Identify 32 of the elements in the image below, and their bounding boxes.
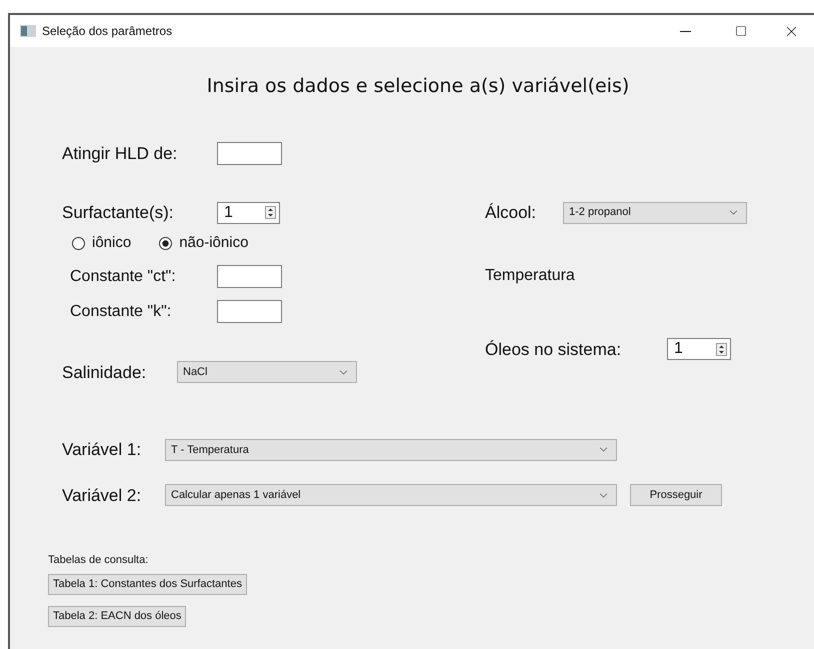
field-label: Atingir HLD de: bbox=[62, 143, 178, 165]
field-label: Salinidade: bbox=[62, 362, 148, 384]
app-icon bbox=[20, 25, 36, 37]
table-button[interactable]: Tabela 2: EACN dos óleos bbox=[48, 606, 186, 627]
input-field[interactable] bbox=[217, 300, 282, 323]
input-field[interactable] bbox=[217, 142, 282, 166]
maximize-icon bbox=[735, 25, 747, 37]
radio-option[interactable]: iônico bbox=[72, 232, 132, 255]
proceed-button[interactable]: Prosseguir bbox=[630, 484, 722, 506]
section-label: Temperatura bbox=[485, 266, 575, 286]
field-label: Constante "k": bbox=[70, 302, 172, 322]
input-field[interactable] bbox=[217, 265, 282, 288]
number-spinbox[interactable]: 1 bbox=[217, 202, 280, 224]
window-title: Seleção dos parâmetros bbox=[42, 23, 172, 40]
dropdown[interactable]: Calcular apenas 1 variável bbox=[165, 484, 617, 506]
dropdown[interactable]: NaCl bbox=[177, 361, 357, 384]
heading: Insira os dados e selecione a(s) variável(eis) bbox=[206, 75, 630, 97]
dropdown[interactable]: 1-2 propanol bbox=[563, 202, 747, 224]
spin-arrows-icon bbox=[265, 206, 276, 219]
field-label: Variável 1: bbox=[62, 439, 142, 461]
number-spinbox[interactable]: 1 bbox=[667, 338, 731, 360]
spin-arrows-icon bbox=[716, 342, 727, 356]
table-button[interactable]: Tabela 1: Constantes dos Surfactantes bbox=[48, 574, 247, 595]
dropdown[interactable]: T - Temperatura bbox=[165, 438, 617, 461]
field-label: Surfactante(s): bbox=[62, 202, 174, 224]
field-label: Variável 2: bbox=[62, 484, 142, 506]
radio-option[interactable]: não-iônico bbox=[159, 232, 248, 255]
field-label: Constante "ct": bbox=[70, 266, 177, 286]
field-label: Óleos no sistema: bbox=[485, 338, 622, 360]
field-label: Álcool: bbox=[485, 202, 538, 224]
section-label: Tabelas de consulta: bbox=[48, 553, 148, 567]
minimize-icon bbox=[680, 30, 690, 32]
